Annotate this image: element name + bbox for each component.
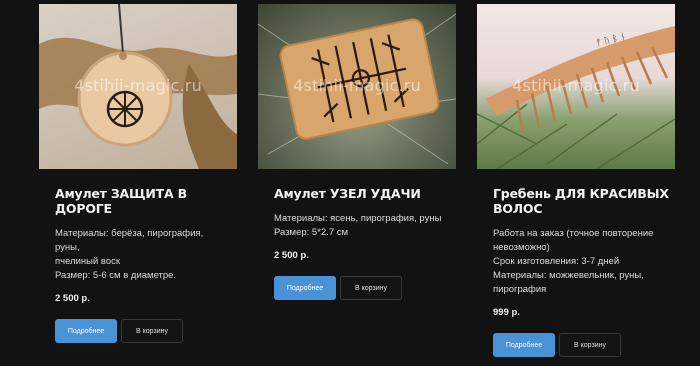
watermark: 4stihii-magic.ru	[512, 76, 640, 95]
product-image[interactable]: ᚠ ᚢ ᛒ ᚾ 4stihii-magic.ru	[477, 4, 675, 169]
product-card: ᚠ ᚢ ᛒ ᚾ 4stihii-magic.ru Гребень ДЛЯ КРА…	[477, 4, 675, 357]
desc-line: Материалы: берёза, пирография, руны,	[55, 228, 204, 253]
desc-line: невозможно)	[493, 242, 550, 253]
product-image[interactable]: 4stihii-magic.ru	[258, 4, 456, 169]
desc-line: Материалы: ясень, пирография, руны	[274, 213, 442, 224]
watermark: 4stihii-magic.ru	[74, 76, 202, 95]
product-card: 4stihii-magic.ru Амулет УЗЕЛ УДАЧИ Матер…	[258, 4, 456, 300]
desc-line: Материалы: можжевельник, руны,	[493, 270, 644, 281]
desc-line: пчелиный воск	[55, 256, 121, 267]
desc-line: Размер: 5*2.7 см	[274, 227, 349, 238]
product-card: 4stihii-magic.ru Амулет ЗАЩИТА В ДОРОГЕ …	[39, 4, 237, 343]
product-title[interactable]: Амулет УЗЕЛ УДАЧИ	[274, 186, 456, 201]
add-to-cart-button[interactable]: В корзину	[121, 319, 183, 343]
details-button[interactable]: Подробнее	[55, 319, 117, 343]
watermark: 4stihii-magic.ru	[293, 76, 421, 95]
product-title[interactable]: Гребень ДЛЯ КРАСИВЫХ ВОЛОС	[493, 186, 675, 216]
desc-line: пирография	[493, 284, 547, 295]
product-price: 2 500 р.	[274, 250, 309, 261]
product-description: Материалы: берёза, пирография, руны, пче…	[55, 227, 227, 283]
add-to-cart-button[interactable]: В корзину	[340, 276, 402, 300]
product-price: 2 500 р.	[55, 293, 90, 304]
details-button[interactable]: Подробнее	[493, 333, 555, 357]
product-image[interactable]: 4stihii-magic.ru	[39, 4, 237, 169]
add-to-cart-button[interactable]: В корзину	[559, 333, 621, 357]
details-button[interactable]: Подробнее	[274, 276, 336, 300]
product-description: Материалы: ясень, пирография, руны Разме…	[274, 212, 446, 240]
product-description: Работа на заказ (точное повторение невоз…	[493, 227, 665, 297]
product-price: 999 р.	[493, 307, 520, 318]
desc-line: Срок изготовления: 3-7 дней	[493, 256, 620, 267]
product-title[interactable]: Амулет ЗАЩИТА В ДОРОГЕ	[55, 186, 237, 216]
desc-line: Работа на заказ (точное повторение	[493, 228, 654, 239]
desc-line: Размер: 5-6 см в диаметре.	[55, 270, 177, 281]
